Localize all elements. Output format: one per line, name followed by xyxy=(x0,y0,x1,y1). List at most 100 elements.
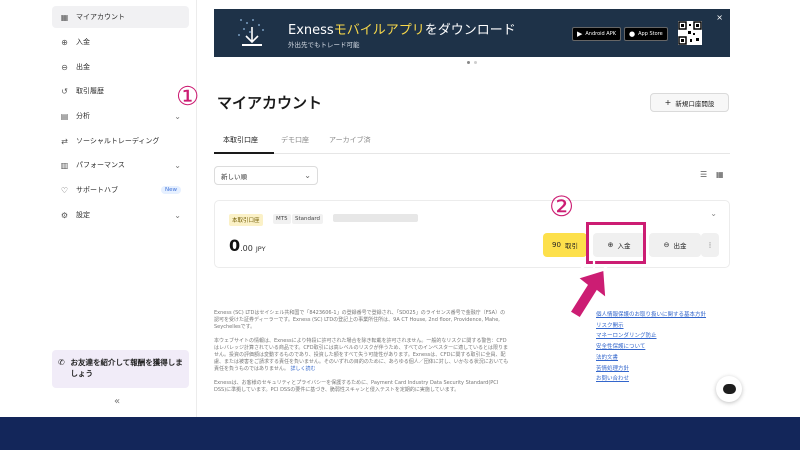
legal-link-aml[interactable]: マネーロンダリング防止 xyxy=(596,331,706,342)
app-store-label: App Store xyxy=(638,31,663,37)
redacted-account-number xyxy=(333,214,418,222)
account-tabs: 本取引口座 デモ口座 アーカイブ済 xyxy=(214,128,730,154)
account-card: 本取引口座 MT5 Standard ⌄ 0 .00 JPY 90 取引 ⊕ 入… xyxy=(214,200,730,268)
disclaimer-paragraph-text: 本ウェブサイトの情報は、Exnessにより特段に許可された場合を除き転載を許可さ… xyxy=(214,337,509,373)
legal-link-complaints[interactable]: 苦情処理方針 xyxy=(596,364,706,375)
active-tab-indicator xyxy=(214,152,274,154)
android-apk-button[interactable]: ▶ Android APK xyxy=(572,27,622,41)
referral-promo-text: お友達を紹介して報酬を獲得しましょう xyxy=(70,358,183,378)
annotation-marker-1: ① xyxy=(176,82,200,112)
heart-icon: ♡ xyxy=(60,185,69,195)
referral-promo[interactable]: ✆ お友達を紹介して報酬を獲得しましょう xyxy=(52,350,189,388)
tab-real[interactable]: 本取引口座 xyxy=(223,135,258,145)
app-root: ▦ マイアカウント ⊕ 入金 ⊖ 出金 ↺ 取引履歴 ▤ 分析 ⌄ ⇄ ソーシャ… xyxy=(0,0,800,450)
sidebar-item-social-trading[interactable]: ⇄ ソーシャルトレーディング xyxy=(52,130,189,152)
sidebar: ▦ マイアカウント ⊕ 入金 ⊖ 出金 ↺ 取引履歴 ▤ 分析 ⌄ ⇄ ソーシャ… xyxy=(0,0,197,417)
banner-title: Exnessモバイルアプリをダウンロード xyxy=(288,19,516,38)
sidebar-item-history[interactable]: ↺ 取引履歴 xyxy=(52,80,189,102)
annotation-marker-2: ② xyxy=(549,190,575,223)
disclaimer-paragraph: Exness (SC) LTDはセイシェル共和国で「8423606-1」の登録番… xyxy=(214,310,506,331)
sidebar-item-withdraw[interactable]: ⊖ 出金 xyxy=(52,56,189,78)
android-icon: ▶ xyxy=(577,30,583,38)
sidebar-item-label: 取引履歴 xyxy=(76,87,104,95)
balance-currency: JPY xyxy=(255,245,266,253)
plus-icon: + xyxy=(664,98,672,107)
balance-integer: 0 xyxy=(229,236,241,255)
sort-selected-value: 新しい順 xyxy=(221,172,247,181)
trade-icon: 90 xyxy=(552,241,561,249)
sidebar-item-label: パフォーマンス xyxy=(76,161,125,169)
footer-band xyxy=(0,417,800,450)
chat-button[interactable] xyxy=(716,376,742,402)
close-banner-button[interactable]: × xyxy=(716,13,723,22)
minus-circle-icon: ⊖ xyxy=(663,241,670,249)
page-title: マイアカウント xyxy=(217,94,323,112)
megaphone-icon: ✆ xyxy=(58,358,65,367)
disclaimer-text: Exness (SC) LTDはセイシェル共和国で「8423606-1」の登録番… xyxy=(214,310,510,400)
sidebar-item-label: ソーシャルトレーディング xyxy=(76,137,160,145)
new-account-button[interactable]: + 新規口座開設 xyxy=(650,93,729,112)
banner-title-rest: をダウンロード xyxy=(424,23,516,38)
new-badge: New xyxy=(161,186,181,194)
withdraw-label: 出金 xyxy=(673,242,687,250)
sidebar-item-label: マイアカウント xyxy=(76,13,125,21)
trade-button[interactable]: 90 取引 xyxy=(543,233,587,257)
legal-link-risk[interactable]: リスク開示 xyxy=(596,321,706,332)
account-balance: 0 .00 JPY xyxy=(229,236,266,255)
sidebar-item-deposit[interactable]: ⊕ 入金 xyxy=(52,31,189,53)
phone-illustration-icon xyxy=(238,19,264,46)
collapse-sidebar-button[interactable]: « xyxy=(114,396,120,407)
qr-code-icon xyxy=(678,21,702,45)
sort-select[interactable]: 新しい順 ⌄ xyxy=(214,166,318,185)
legal-link-security[interactable]: 安全性保護について xyxy=(596,342,706,353)
app-download-banner[interactable]: Exnessモバイルアプリをダウンロード 外出先でもトレード可能 ▶ Andro… xyxy=(214,9,730,57)
read-more-link[interactable]: 詳しく読む xyxy=(290,366,315,372)
account-kind-badge: Standard xyxy=(292,214,324,224)
app-store-button[interactable]: ● App Store xyxy=(624,27,668,41)
legal-link-privacy[interactable]: 個人情報保護のお取り扱いに関する基本方針 xyxy=(596,310,706,321)
account-type-badge: 本取引口座 xyxy=(229,214,263,226)
chat-icon xyxy=(722,384,736,394)
tab-demo[interactable]: デモ口座 xyxy=(281,135,309,145)
sidebar-item-support-hub[interactable]: ♡ サポートハブ New xyxy=(52,179,189,201)
platform-badge: MT5 xyxy=(273,214,291,224)
sidebar-item-my-account[interactable]: ▦ マイアカウント xyxy=(52,6,189,28)
sidebar-item-label: 出金 xyxy=(76,63,90,71)
chevron-down-icon[interactable]: ⌄ xyxy=(710,209,717,218)
chevron-down-icon: ⌄ xyxy=(174,210,181,220)
list-view-icon[interactable]: ☰ xyxy=(700,170,707,179)
banner-title-brand: Exness xyxy=(288,23,334,38)
sidebar-item-label: 設定 xyxy=(76,211,90,219)
disclaimer-paragraph: 本ウェブサイトの情報は、Exnessにより特段に許可された場合を除き転載を許可さ… xyxy=(214,338,510,374)
carousel-dot[interactable] xyxy=(474,61,477,64)
grid-icon: ▦ xyxy=(60,12,69,22)
chevron-down-icon: ⌄ xyxy=(174,160,181,170)
trade-label: 取引 xyxy=(564,242,578,250)
sidebar-item-label: 入金 xyxy=(76,38,90,46)
plus-circle-icon: ⊕ xyxy=(61,37,68,47)
gear-icon: ⚙ xyxy=(60,210,69,220)
history-icon: ↺ xyxy=(61,86,68,96)
sidebar-item-label: サポートハブ xyxy=(76,186,118,194)
sidebar-item-analytics[interactable]: ▤ 分析 ⌄ xyxy=(52,105,189,127)
apple-icon: ● xyxy=(629,30,636,38)
more-options-button[interactable]: ⋮ xyxy=(701,233,719,257)
new-account-label: 新規口座開設 xyxy=(675,99,715,108)
carousel-dot[interactable] xyxy=(467,61,470,64)
chart-icon: ▥ xyxy=(60,160,69,170)
withdraw-button[interactable]: ⊖ 出金 xyxy=(649,233,701,257)
tab-archived[interactable]: アーカイブ済 xyxy=(329,135,371,145)
sidebar-item-label: 分析 xyxy=(76,112,90,120)
legal-link-contact[interactable]: お問い合わせ xyxy=(596,374,706,385)
sidebar-item-performance[interactable]: ▥ パフォーマンス ⌄ xyxy=(52,154,189,176)
social-icon: ⇄ xyxy=(61,136,68,146)
banner-subtitle: 外出先でもトレード可能 xyxy=(288,41,360,49)
analytics-icon: ▤ xyxy=(60,111,69,121)
minus-circle-icon: ⊖ xyxy=(61,62,68,72)
sidebar-item-settings[interactable]: ⚙ 設定 ⌄ xyxy=(52,204,189,226)
legal-links: 個人情報保護のお取り扱いに関する基本方針 リスク開示 マネーロンダリング防止 安… xyxy=(596,310,706,385)
legal-link-legal-docs[interactable]: 法的文書 xyxy=(596,353,706,364)
grid-view-icon[interactable]: ▦ xyxy=(716,170,724,179)
carousel-dots xyxy=(467,61,477,64)
balance-decimal: .00 xyxy=(240,244,253,253)
